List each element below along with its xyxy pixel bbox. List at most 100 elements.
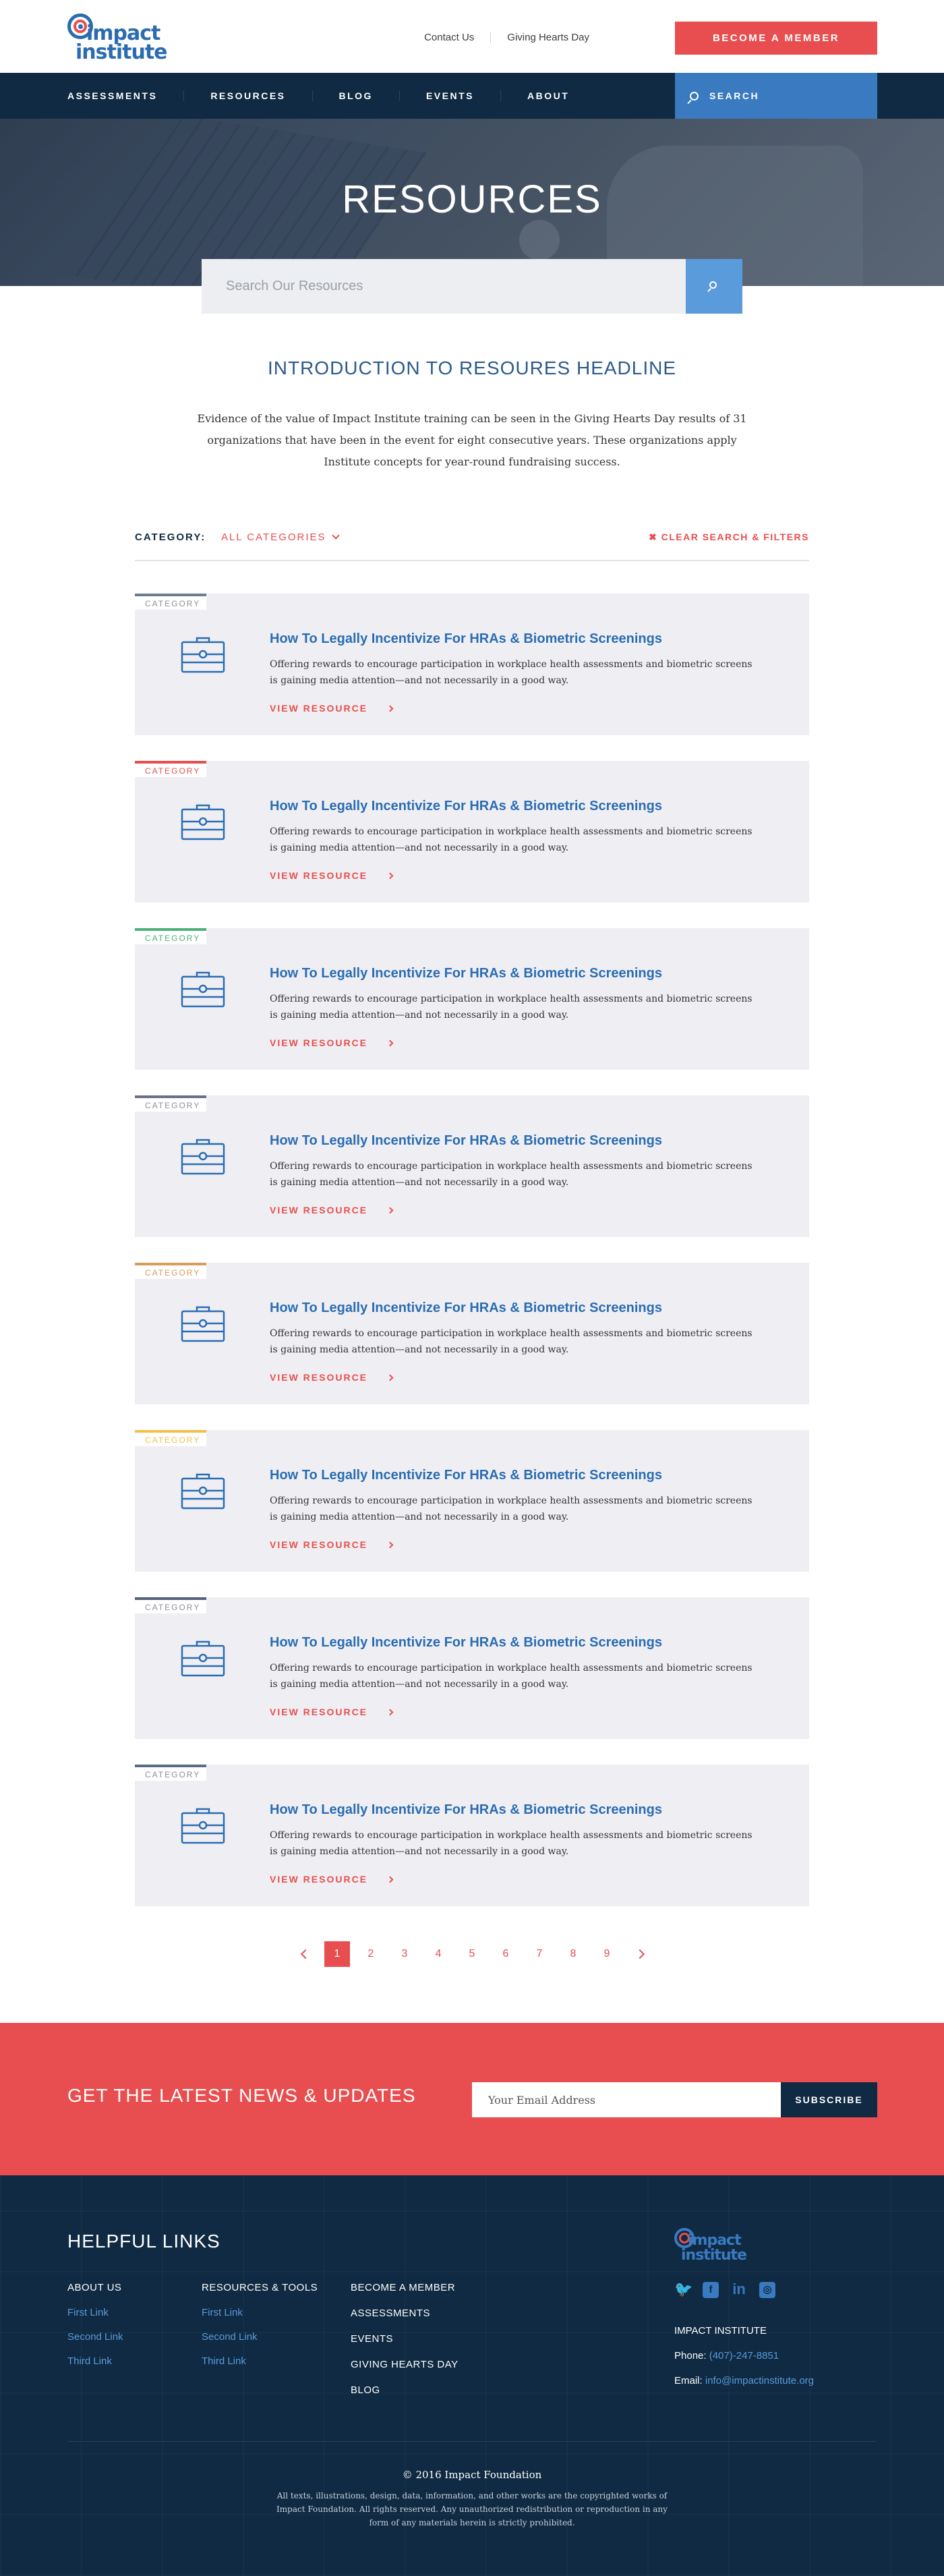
nav-item-events[interactable]: EVENTS [399,90,500,101]
footer-link[interactable]: First Link [202,2307,318,2318]
previous-page-icon[interactable] [291,1941,316,1967]
page-link-9[interactable]: 9 [594,1941,620,1967]
view-resource-link[interactable]: VIEW RESOURCE [270,703,394,714]
intro-headline: INTRODUCTION TO RESOURES HEADLINE [267,357,677,378]
view-resource-label: VIEW RESOURCE [270,1874,368,1885]
nav-item-blog[interactable]: BLOG [312,90,399,101]
view-resource-link[interactable]: VIEW RESOURCE [270,870,394,881]
resource-card[interactable]: CATEGORY How To Legally Incentivize For H… [135,1095,809,1237]
resource-card[interactable]: CATEGORY How To Legally Incentivize For H… [135,1765,809,1906]
email-label: Email: [674,2375,703,2386]
footer-link[interactable]: Second Link [202,2331,318,2343]
contact-us-link[interactable]: Contact Us [408,32,490,43]
page-link-5[interactable]: 5 [459,1941,485,1967]
resource-search-button[interactable] [686,259,742,314]
view-resource-link[interactable]: VIEW RESOURCE [270,1874,394,1885]
nav-search-button[interactable]: SEARCH [675,73,877,119]
resource-card[interactable]: CATEGORY How To Legally Incentivize For H… [135,1430,809,1572]
briefcase-icon [181,1808,225,1844]
giving-hearts-day-link[interactable]: Giving Hearts Day [490,32,606,43]
resource-card[interactable]: CATEGORY How To Legally Incentivize For H… [135,761,809,903]
newsletter-headline: GET THE LATEST NEWS & UPDATES [67,2085,416,2106]
linkedin-icon[interactable]: in [731,2282,747,2298]
nav-item-assessments[interactable]: ASSESSMENTS [67,90,183,101]
resource-card[interactable]: CATEGORY How To Legally Incentivize For H… [135,1263,809,1404]
view-resource-link[interactable]: VIEW RESOURCE [270,1372,394,1383]
main-nav: ASSESSMENTS RESOURCES BLOG EVENTS ABOUT … [0,73,944,119]
resource-title[interactable]: How To Legally Incentivize For HRAs & Bi… [270,1468,662,1483]
footer-link[interactable]: First Link [67,2307,123,2318]
page-link-2[interactable]: 2 [358,1941,384,1967]
page-link-6[interactable]: 6 [493,1941,519,1967]
chevron-right-icon [386,1039,394,1047]
footer-logo[interactable]: impact institute [674,2228,762,2268]
category-tag[interactable]: CATEGORY [135,1430,206,1446]
view-resource-label: VIEW RESOURCE [270,1707,368,1717]
resource-card[interactable]: CATEGORY How To Legally Incentivize For H… [135,928,809,1070]
twitter-icon[interactable]: 🐦 [674,2282,692,2298]
category-dropdown[interactable]: ALL CATEGORIES [221,532,340,543]
footer-giving-hearts-link[interactable]: GIVING HEARTS DAY [351,2359,459,2370]
chevron-right-icon [386,1374,394,1381]
resource-description: Offering rewards to encourage participat… [270,659,753,686]
footer-assessments-link[interactable]: ASSESSMENTS [351,2308,459,2319]
footer-col-main: BECOME A MEMBER ASSESSMENTS EVENTS GIVIN… [351,2282,459,2410]
resource-title[interactable]: How To Legally Incentivize For HRAs & Bi… [270,1635,662,1651]
close-icon: ✖ [648,532,658,542]
become-member-button[interactable]: BECOME A MEMBER [675,22,877,55]
resource-search-input[interactable] [202,259,686,314]
category-tag[interactable]: CATEGORY [135,761,206,777]
category-tag[interactable]: CATEGORY [135,1095,206,1112]
site-logo[interactable]: impact institute [66,9,168,64]
footer-link[interactable]: Third Link [202,2355,318,2367]
resource-title[interactable]: How To Legally Incentivize For HRAs & Bi… [270,1133,662,1149]
nav-item-resources[interactable]: RESOURCES [183,90,312,101]
intro-section: INTRODUCTION TO RESOURES HEADLINE Eviden… [0,357,944,473]
page-title: RESOURCES [342,177,602,221]
page-link-8[interactable]: 8 [560,1941,586,1967]
page-link-7[interactable]: 7 [527,1941,552,1967]
footer-resources-link[interactable]: RESOURCES & TOOLS [202,2282,318,2293]
nav-item-about[interactable]: ABOUT [500,90,595,101]
resource-title[interactable]: How To Legally Incentivize For HRAs & Bi… [270,1300,662,1316]
resource-title[interactable]: How To Legally Incentivize For HRAs & Bi… [270,799,662,814]
resource-card[interactable]: CATEGORY How To Legally Incentivize For H… [135,594,809,735]
clear-filters-button[interactable]: ✖ CLEAR SEARCH & FILTERS [649,532,809,543]
page-link-4[interactable]: 4 [425,1941,451,1967]
category-tag[interactable]: CATEGORY [135,1263,206,1279]
view-resource-link[interactable]: VIEW RESOURCE [270,1707,394,1717]
category-tag[interactable]: CATEGORY [135,1597,206,1613]
footer-blog-link[interactable]: BLOG [351,2384,459,2396]
view-resource-link[interactable]: VIEW RESOURCE [270,1037,394,1048]
search-icon [690,91,699,101]
phone-link[interactable]: (407)-247-8851 [709,2350,779,2362]
briefcase-icon [181,971,225,1008]
logo-dot [78,24,83,29]
resource-card[interactable]: CATEGORY How To Legally Incentivize For H… [135,1597,809,1739]
newsletter-email-input[interactable] [472,2082,781,2117]
instagram-icon[interactable]: ◎ [759,2282,775,2298]
category-tag[interactable]: CATEGORY [135,594,206,610]
category-tag[interactable]: CATEGORY [135,928,206,944]
category-tag[interactable]: CATEGORY [135,1765,206,1781]
resource-title[interactable]: How To Legally Incentivize For HRAs & Bi… [270,1802,662,1818]
footer-link[interactable]: Third Link [67,2355,123,2367]
footer-become-member-link[interactable]: BECOME A MEMBER [351,2282,459,2293]
resource-title[interactable]: How To Legally Incentivize For HRAs & Bi… [270,966,662,981]
footer-about-us-link[interactable]: ABOUT US [67,2282,123,2293]
chevron-right-icon [386,872,394,880]
page-link-3[interactable]: 3 [392,1941,417,1967]
subscribe-button[interactable]: SUBSCRIBE [781,2082,877,2117]
resource-title[interactable]: How To Legally Incentivize For HRAs & Bi… [270,631,662,647]
page-link-1[interactable]: 1 [324,1941,350,1967]
email-link[interactable]: info@impactinstitute.org [705,2375,814,2386]
footer-link[interactable]: Second Link [67,2331,123,2343]
resource-description: Offering rewards to encourage participat… [270,1830,753,1857]
footer-col-resources: RESOURCES & TOOLS First Link Second Link… [202,2282,318,2380]
view-resource-link[interactable]: VIEW RESOURCE [270,1205,394,1215]
next-page-icon[interactable] [628,1941,653,1967]
facebook-icon[interactable]: f [703,2282,719,2298]
view-resource-link[interactable]: VIEW RESOURCE [270,1539,394,1550]
resource-description: Offering rewards to encourage participat… [270,994,753,1021]
footer-events-link[interactable]: EVENTS [351,2333,459,2345]
